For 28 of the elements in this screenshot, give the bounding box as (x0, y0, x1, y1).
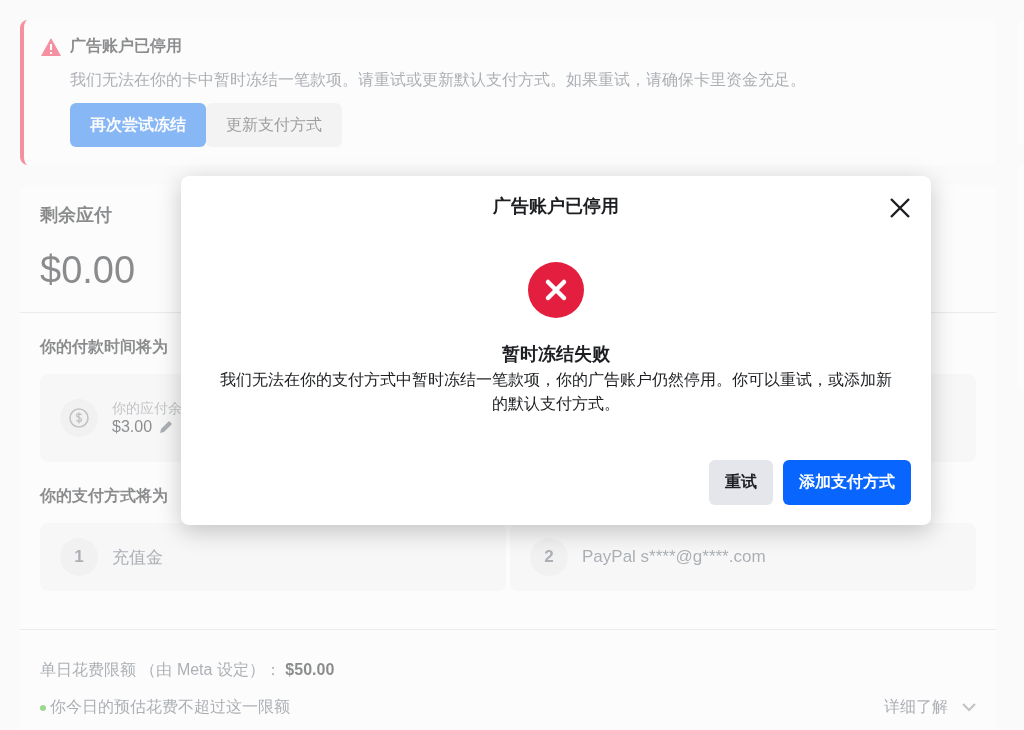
add-payment-button[interactable]: 添加支付方式 (783, 460, 911, 505)
order-number: 2 (530, 538, 568, 576)
warning-icon (40, 36, 62, 57)
status-dot (40, 704, 46, 711)
alert-title: 广告账户已停用 (70, 36, 182, 56)
limit-status: 你今日的预估花费不超过这一限额 (50, 697, 290, 717)
chevron-down-icon[interactable] (962, 703, 976, 712)
update-payment-button[interactable]: 更新支付方式 (206, 103, 342, 147)
order-number: 1 (60, 538, 98, 576)
payment-method-name: PayPal s****@g****.com (582, 547, 766, 567)
spending-limit-text: 单日花费限额 （由 Meta 设定）： $50.00 (40, 660, 336, 680)
dollar-icon (68, 407, 90, 429)
section-heading: 你的支付方式将为 (40, 487, 168, 504)
pencil-icon[interactable] (158, 419, 175, 435)
balance-amount: $0.00 (40, 249, 136, 291)
dialog-message: 我们无法在你的支付方式中暂时冻结一笔款项，你的广告账户仍然停用。你可以重试，或添加新的默认支付方式。 (219, 370, 893, 414)
close-icon[interactable] (889, 197, 911, 219)
section-heading: 你的付款时间将为 (40, 338, 168, 355)
dialog-title: 广告账户已停用 (493, 196, 619, 216)
retry-button[interactable]: 重试 (709, 460, 773, 505)
error-icon (528, 262, 584, 318)
learn-more-link[interactable]: 详细了解 (884, 697, 948, 718)
payment-method-name: 充值金 (112, 546, 163, 569)
retry-hold-button[interactable]: 再次尝试冻结 (70, 103, 206, 147)
threshold-amount: $3.00 (112, 418, 153, 436)
alert-message: 我们无法在你的卡中暂时冻结一笔款项。请重试或更新默认支付方式。如果重试，请确保卡里资金充足。 (70, 71, 806, 88)
balance-title: 剩余应付 (40, 205, 112, 225)
dialog-heading: 暂时冻结失败 (502, 343, 610, 366)
